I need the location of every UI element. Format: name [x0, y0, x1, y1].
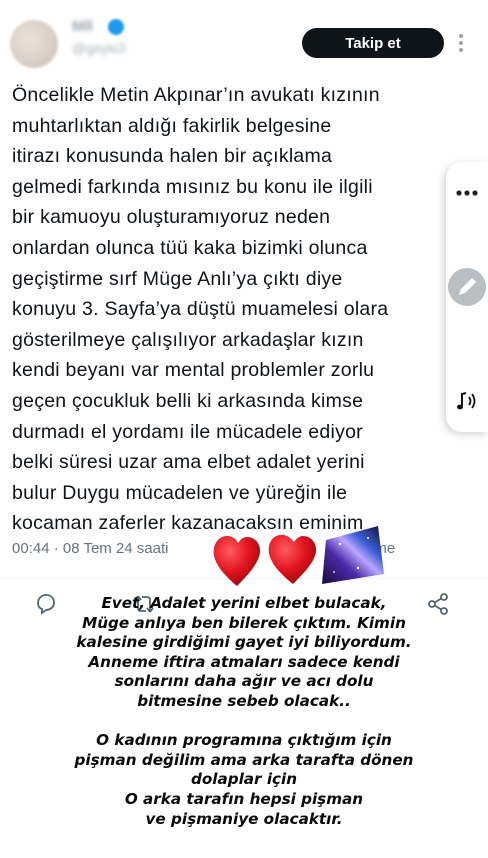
tweet-line: geçiştirme sırf Müge Anlı’ya çıktı diye	[12, 267, 343, 290]
red-heart-sticker	[213, 536, 261, 586]
story-overlay-caption: Evet, Adalet yerini elbet bulacak, Müge …	[20, 594, 468, 829]
caption-line: kalesine girdiğimi gayet iyi biliyordum.	[76, 633, 412, 652]
tweet-line: belki süresi uzar ama elbet adalet yerin…	[12, 451, 365, 474]
sticker-art	[213, 526, 384, 586]
user-handle[interactable]: @gsyki3	[72, 40, 162, 56]
music-note-icon[interactable]	[452, 386, 482, 416]
caption-line: sonlarını daha ağır ve acı dolu	[114, 672, 374, 691]
avatar[interactable]	[10, 20, 58, 68]
caption-line: ve pişmaniye olacaktır.	[145, 809, 343, 828]
red-heart-sticker	[268, 534, 317, 584]
more-dots-icon[interactable]	[455, 186, 479, 200]
tweet-line: durmadı el yordamı ile mücadele ediyor	[12, 420, 363, 443]
tweet-line: gelmedi farkında mısınız bu konu ile ilg…	[12, 175, 373, 198]
tweet-line: bir kamuoyu oluşturamıyoruz neden	[12, 206, 331, 229]
user-name[interactable]: Mll	[72, 18, 104, 35]
tweet-line: konuyu 3. Sayfa’ya düştü muamelesi olara	[12, 298, 389, 321]
tweet-line: bulur Duygu mücadelen ve yüreğin ile	[12, 481, 348, 504]
caption-line: pişman değilim ama arka tarafta dönen	[74, 750, 414, 769]
caption-line: dolaplar için	[190, 770, 298, 789]
caption-line: O arka tarafın hepsi pişman	[124, 789, 364, 808]
tweet-line: kendi beyanı var mental problemler zorlu	[12, 359, 375, 382]
galaxy-sticker	[322, 526, 384, 584]
tweet-line: muhtarlıktan aldığı fakirlik belgesine	[12, 114, 332, 137]
pencil-icon[interactable]	[448, 268, 486, 306]
tweet-line: onlardan olunca tüü kaka bizimki olunca	[12, 236, 368, 259]
tweet-line: gösterilmeye çalışılıyor arkadaşlar kızı…	[12, 328, 364, 351]
tweet-body: Öncelikle Metin Akpınar’ın avukatı kızın…	[12, 80, 452, 539]
caption-line: Anneme iftira atmaları sadece kendi	[88, 652, 400, 671]
follow-button[interactable]: Takip et	[302, 28, 444, 58]
tweet-line: itirazı konusunda halen bir açıklama	[12, 145, 333, 168]
caption-line: O kadının programına çıktığım için	[96, 731, 392, 750]
tweet-timestamp[interactable]: 00:44 · 08 Tem 24 saati	[12, 540, 169, 557]
caption-line: bitmesine sebeb olacak..	[137, 691, 351, 710]
tweet-header: Mll @gsyki3 Takip et	[0, 0, 488, 76]
tweet-line: Öncelikle Metin Akpınar’ın avukatı kızın…	[12, 84, 380, 106]
verified-badge-icon	[108, 19, 124, 35]
caption-line: Müge anlıya ben bilerek çıktım. Kimin	[82, 613, 406, 632]
caption-line: Evet, Adalet yerini elbet bulacak,	[101, 594, 387, 612]
sticker-group	[210, 524, 390, 590]
more-options-icon[interactable]	[456, 30, 466, 56]
tweet-line: geçen çocukluk belli ki arkasında kimse	[12, 389, 364, 412]
